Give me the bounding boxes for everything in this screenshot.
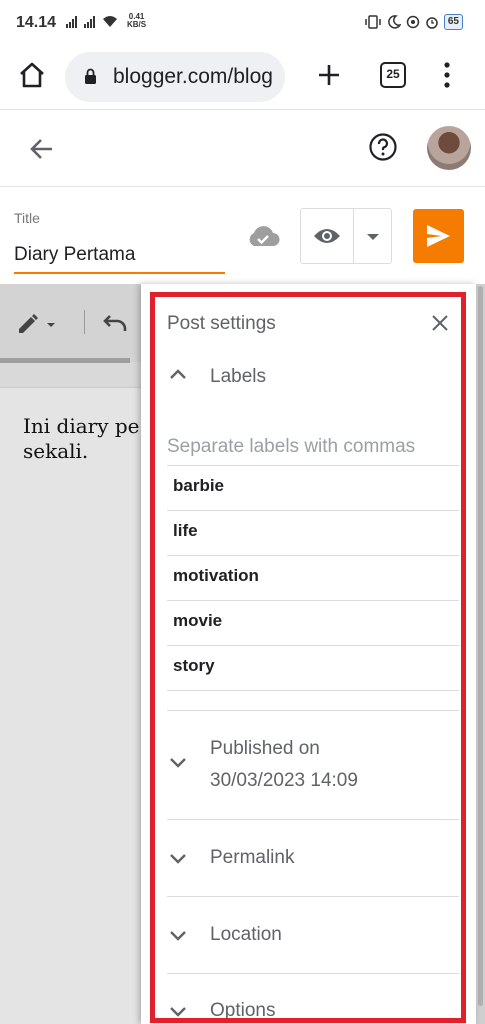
battery-indicator: 65: [443, 14, 463, 30]
labels-section-label: Labels: [210, 366, 266, 387]
label-option[interactable]: barbie: [167, 466, 459, 511]
options-label: Options: [210, 1000, 276, 1021]
status-time: 14.14: [16, 14, 57, 31]
net-speed-unit: KB/S: [127, 20, 147, 29]
post-settings-title: Post settings: [167, 313, 276, 334]
browser-toolbar: blogger.com/blog 25: [0, 48, 485, 110]
status-bar: 14.14 0.41 KB/S 65: [0, 0, 485, 48]
section-divider: [167, 819, 459, 820]
lock-icon: [85, 68, 96, 84]
toolbar-separator: [84, 310, 85, 334]
published-date: 30/03/2023 14:09: [210, 770, 358, 791]
label-option[interactable]: motivation: [167, 556, 459, 601]
data-saver-icon: [406, 15, 420, 29]
preview-button-group: [300, 208, 392, 264]
published-section-header[interactable]: Published on 30/03/2023 14:09: [167, 733, 358, 797]
chevron-down-icon: [170, 1007, 186, 1017]
chevron-down-icon: [170, 758, 186, 768]
tab-switcher-button[interactable]: 25: [380, 62, 406, 88]
plus-icon[interactable]: [316, 62, 342, 88]
title-input[interactable]: Diary Pertama: [14, 244, 135, 266]
post-title-row: Title Diary Pertama: [0, 188, 485, 284]
labels-list: barbie life motivation movie story: [167, 465, 459, 691]
title-label: Title: [14, 210, 40, 226]
toolbar-scroll-indicator: [0, 358, 130, 363]
post-body-line: sekali.: [23, 439, 89, 463]
status-right-icons: 65: [364, 14, 463, 30]
labels-input[interactable]: Separate labels with commas: [167, 436, 459, 458]
moon-icon: [388, 15, 401, 29]
scrollbar[interactable]: [476, 284, 485, 1024]
published-label: Published on: [210, 738, 320, 759]
avatar[interactable]: [427, 126, 471, 170]
app-bar: [0, 111, 485, 187]
eye-icon[interactable]: [313, 225, 341, 247]
close-icon[interactable]: [431, 314, 449, 332]
section-divider: [167, 710, 459, 711]
location-label: Location: [210, 924, 282, 945]
alarm-icon: [426, 17, 438, 29]
send-icon: [427, 225, 450, 247]
cloud-saved-icon: [249, 226, 280, 246]
home-icon[interactable]: [16, 59, 48, 91]
vibrate-icon: [365, 15, 381, 29]
chevron-up-icon: [170, 369, 186, 379]
dropdown-arrow-icon[interactable]: [365, 232, 381, 242]
labels-section-header[interactable]: Labels: [167, 361, 266, 393]
arrow-back-icon[interactable]: [28, 135, 56, 163]
section-divider: [167, 973, 459, 974]
label-option[interactable]: story: [167, 646, 459, 691]
publish-button[interactable]: [413, 209, 464, 263]
post-settings-panel: Post settings Labels Separate labels wit…: [141, 284, 476, 1024]
chevron-down-icon: [170, 931, 186, 941]
permalink-section-header[interactable]: Permalink: [167, 842, 294, 874]
help-icon[interactable]: [368, 132, 398, 162]
preview-separator: [353, 209, 354, 263]
options-section-header[interactable]: Options: [167, 995, 275, 1024]
address-bar[interactable]: blogger.com/blog: [65, 52, 285, 102]
net-speed: 0.41 KB/S: [127, 13, 146, 29]
signal-icons: [66, 15, 118, 28]
post-body-line: Ini diary pe: [23, 414, 140, 438]
post-body[interactable]: Ini diary pe sekali.: [23, 414, 153, 464]
pencil-icon[interactable]: [16, 312, 60, 336]
signal-icon: [66, 16, 77, 28]
chevron-down-icon: [170, 854, 186, 864]
undo-icon[interactable]: [102, 312, 128, 334]
permalink-label: Permalink: [210, 847, 295, 868]
label-option[interactable]: movie: [167, 601, 459, 646]
section-divider: [167, 896, 459, 897]
label-option[interactable]: life: [167, 511, 459, 556]
more-vert-icon[interactable]: [438, 58, 456, 92]
wifi-icon: [103, 16, 117, 27]
title-underline: [14, 272, 225, 274]
signal-icon-2: [84, 16, 95, 28]
location-section-header[interactable]: Location: [167, 919, 282, 951]
url-text: blogger.com/blog: [113, 65, 273, 88]
